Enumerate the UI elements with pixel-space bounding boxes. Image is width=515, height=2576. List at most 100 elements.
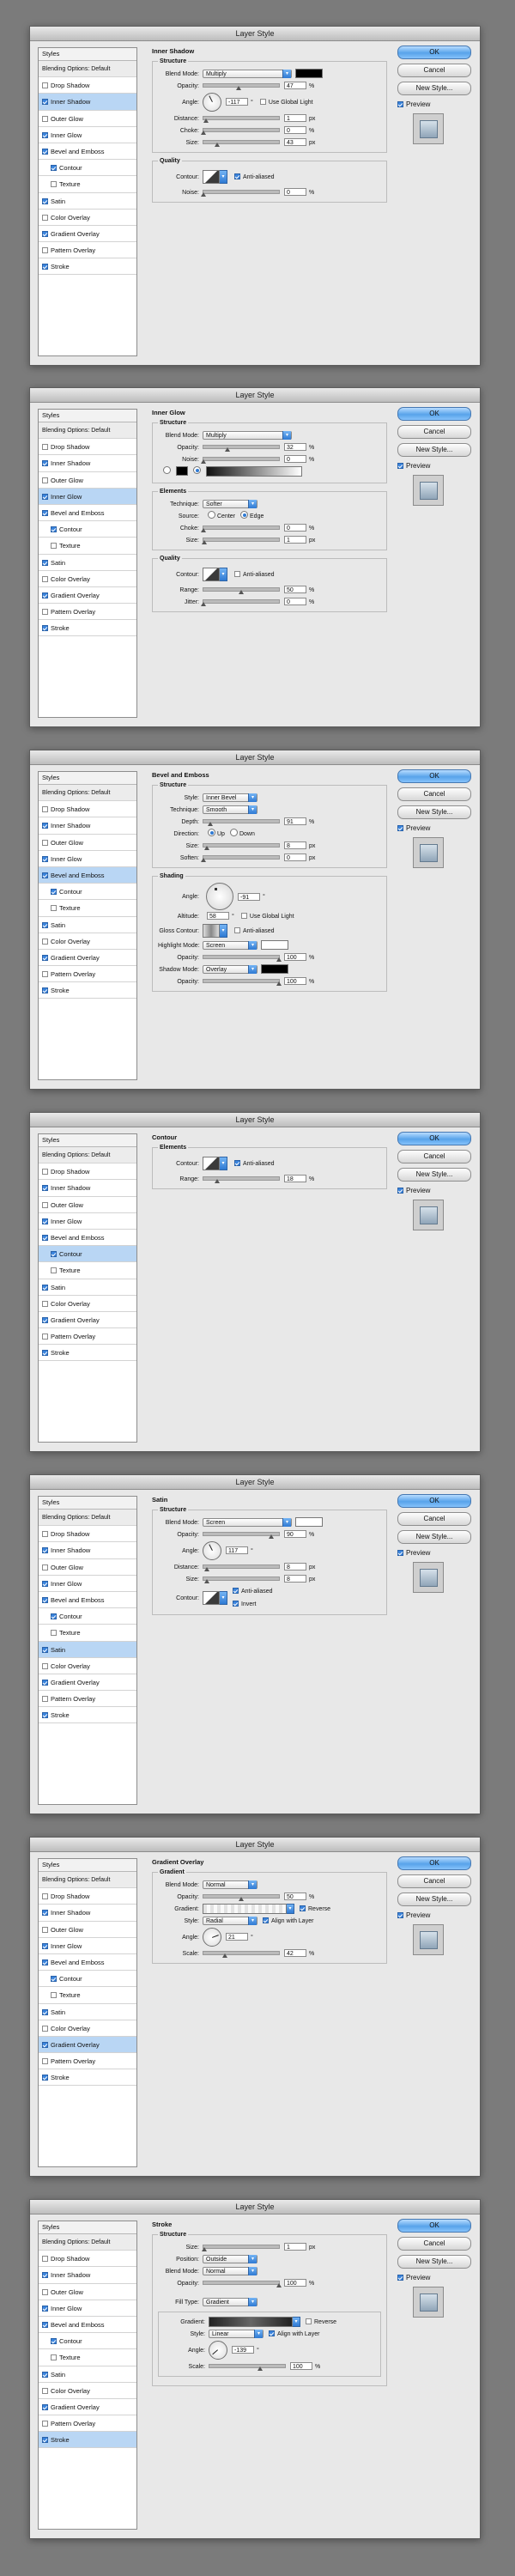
- slider-thumb[interactable]: [201, 858, 206, 863]
- noise-input[interactable]: 0: [284, 455, 306, 464]
- style-checkbox[interactable]: [42, 559, 48, 566]
- style-checkbox[interactable]: [51, 1251, 57, 1258]
- style-item-pattern-overlay[interactable]: Pattern Overlay: [39, 1328, 136, 1346]
- contour-picker[interactable]: [203, 1591, 220, 1605]
- slider-thumb[interactable]: [276, 2283, 282, 2288]
- bevel-style-select[interactable]: Inner Bevel ▾: [203, 793, 258, 802]
- style-checkbox[interactable]: [42, 1218, 48, 1224]
- style-item-color-overlay[interactable]: Color Overlay: [39, 210, 136, 226]
- style-item-outer-glow[interactable]: Outer Glow: [39, 111, 136, 127]
- style-item-contour[interactable]: Contour: [39, 1608, 136, 1625]
- style-item-gradient-overlay[interactable]: Gradient Overlay: [39, 1674, 136, 1692]
- slider-thumb[interactable]: [201, 540, 207, 545]
- slider-thumb[interactable]: [257, 2366, 263, 2372]
- reverse-checkbox[interactable]: [300, 1905, 306, 1911]
- cancel-button[interactable]: Cancel: [397, 1874, 471, 1888]
- style-item-pattern-overlay[interactable]: Pattern Overlay: [39, 2415, 136, 2433]
- style-item-drop-shadow[interactable]: Drop Shadow: [39, 1163, 136, 1181]
- style-checkbox[interactable]: [42, 2321, 48, 2328]
- style-checkbox[interactable]: [51, 1976, 57, 1983]
- color-swatch[interactable]: [295, 1517, 323, 1528]
- style-item-satin[interactable]: Satin: [39, 917, 136, 933]
- style-checkbox[interactable]: [42, 2288, 48, 2295]
- style-item-satin[interactable]: Satin: [39, 555, 136, 571]
- gradient-picker[interactable]: [203, 1903, 287, 1914]
- style-item-outer-glow[interactable]: Outer Glow: [39, 1559, 136, 1576]
- scale-input[interactable]: 100: [290, 2362, 312, 2371]
- style-checkbox[interactable]: [42, 1547, 48, 1554]
- style-item-outer-glow[interactable]: Outer Glow: [39, 2284, 136, 2300]
- soften-input[interactable]: 0: [284, 854, 306, 862]
- color-swatch[interactable]: [176, 466, 188, 477]
- style-checkbox[interactable]: [42, 131, 48, 138]
- ok-button[interactable]: OK: [397, 1132, 471, 1145]
- style-checkbox[interactable]: [42, 509, 48, 516]
- shadow-color-swatch[interactable]: [261, 964, 288, 975]
- style-checkbox[interactable]: [42, 2041, 48, 2048]
- blend-mode-select[interactable]: Screen ▾: [203, 1517, 292, 1527]
- align-with-layer-checkbox[interactable]: [263, 1917, 269, 1923]
- style-checkbox[interactable]: [42, 872, 48, 878]
- style-item-inner-shadow[interactable]: Inner Shadow: [39, 1180, 136, 1197]
- size-input[interactable]: 43: [284, 138, 306, 147]
- gradient-picker[interactable]: [209, 2316, 293, 2327]
- style-item-outer-glow[interactable]: Outer Glow: [39, 1197, 136, 1213]
- technique-select[interactable]: Softer ▾: [203, 499, 258, 508]
- style-item-drop-shadow[interactable]: Drop Shadow: [39, 2251, 136, 2268]
- style-checkbox[interactable]: [42, 1201, 48, 1208]
- opacity-slider[interactable]: [203, 83, 280, 91]
- style-checkbox[interactable]: [42, 2305, 48, 2312]
- style-checkbox[interactable]: [42, 954, 48, 961]
- highlight-color-swatch[interactable]: [261, 940, 288, 951]
- chevron-down-icon[interactable]: ▾: [287, 1903, 294, 1914]
- style-checkbox[interactable]: [42, 1334, 48, 1340]
- style-item-outer-glow[interactable]: Outer Glow: [39, 1922, 136, 1938]
- style-item-texture[interactable]: Texture: [39, 176, 136, 193]
- position-select[interactable]: Outside ▾: [203, 2254, 258, 2263]
- size-input[interactable]: 8: [284, 1575, 306, 1583]
- style-checkbox[interactable]: [42, 1893, 48, 1900]
- style-item-stroke[interactable]: Stroke: [39, 258, 136, 276]
- style-checkbox[interactable]: [42, 2437, 48, 2444]
- style-item-gradient-overlay[interactable]: Gradient Overlay: [39, 2036, 136, 2054]
- style-checkbox[interactable]: [51, 526, 57, 533]
- styles-header[interactable]: Styles: [39, 1134, 136, 1147]
- slider-thumb[interactable]: [203, 1567, 209, 1572]
- style-checkbox[interactable]: [42, 1942, 48, 1949]
- style-checkbox[interactable]: [51, 543, 57, 550]
- style-checkbox[interactable]: [42, 1926, 48, 1933]
- opacity-slider[interactable]: [203, 1894, 280, 1902]
- style-checkbox[interactable]: [42, 592, 48, 598]
- style-item-pattern-overlay[interactable]: Pattern Overlay: [39, 1691, 136, 1708]
- style-item-stroke[interactable]: Stroke: [39, 1345, 136, 1362]
- anti-aliased-checkbox[interactable]: [234, 571, 240, 577]
- preview-checkbox[interactable]: [397, 825, 403, 831]
- anti-aliased-checkbox[interactable]: [234, 173, 240, 179]
- styles-header[interactable]: Styles: [39, 772, 136, 785]
- new-style-button[interactable]: New Style...: [397, 1530, 471, 1544]
- style-item-outer-glow[interactable]: Outer Glow: [39, 472, 136, 489]
- contour-picker[interactable]: [203, 169, 220, 184]
- ok-button[interactable]: OK: [397, 407, 471, 421]
- preview-checkbox[interactable]: [397, 1188, 403, 1194]
- style-item-color-overlay[interactable]: Color Overlay: [39, 571, 136, 587]
- style-item-bevel-and-emboss[interactable]: Bevel and Emboss: [39, 1230, 136, 1247]
- chevron-down-icon[interactable]: ▾: [293, 2316, 300, 2327]
- style-item-color-overlay[interactable]: Color Overlay: [39, 1658, 136, 1674]
- style-checkbox[interactable]: [51, 1992, 57, 1999]
- range-slider[interactable]: [203, 587, 280, 595]
- style-checkbox[interactable]: [42, 2008, 48, 2015]
- preview-checkbox[interactable]: [397, 1912, 403, 1918]
- light-angle-dial[interactable]: [206, 883, 233, 910]
- direction-up-radio[interactable]: [208, 829, 215, 836]
- color-swatch[interactable]: [295, 69, 323, 79]
- gradient-style-select[interactable]: Radial ▾: [203, 1916, 258, 1925]
- style-checkbox[interactable]: [42, 1959, 48, 1965]
- distance-input[interactable]: 1: [284, 114, 306, 123]
- style-checkbox[interactable]: [42, 921, 48, 928]
- style-checkbox[interactable]: [42, 575, 48, 582]
- jitter-slider[interactable]: [201, 599, 280, 607]
- style-item-drop-shadow[interactable]: Drop Shadow: [39, 1526, 136, 1543]
- new-style-button[interactable]: New Style...: [397, 82, 471, 95]
- style-item-bevel-and-emboss[interactable]: Bevel and Emboss: [39, 143, 136, 161]
